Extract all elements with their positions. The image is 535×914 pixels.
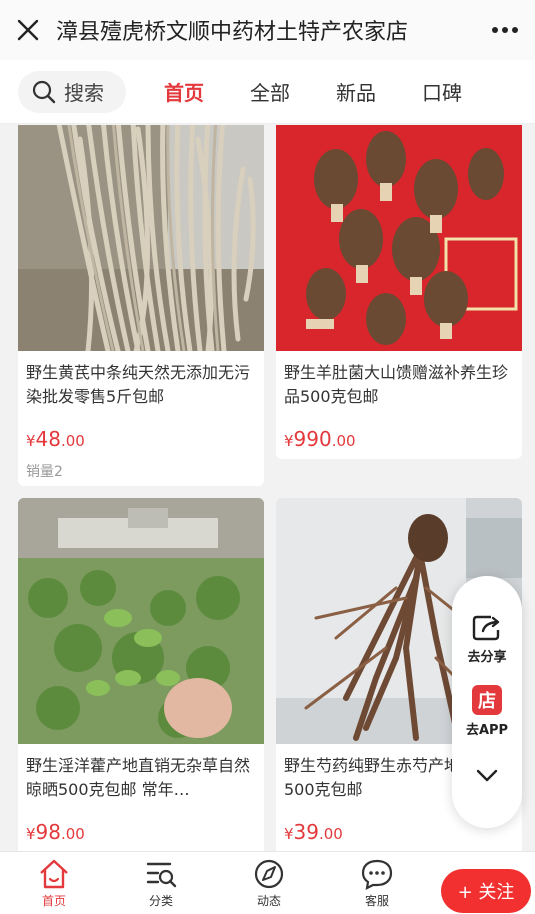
bottom-tab-home[interactable]: 首页 [19,858,89,909]
product-card[interactable]: 野生黄芪中条纯天然无添加无污染批发零售5斤包邮 ¥48.00 销量2 [18,125,264,486]
share-icon [472,615,500,641]
product-image [18,125,264,351]
price-currency: ¥ [26,432,36,450]
bottom-tab-service[interactable]: 客服 [342,858,412,909]
price-decimal: .00 [319,825,343,843]
share-label: 去分享 [467,650,507,665]
price-decimal: .00 [61,825,85,843]
tab-new[interactable]: 新品 [328,77,384,106]
shop-nav: 搜索 首页 全部 新品 口碑 [0,60,535,124]
product-price: ¥990.00 [276,411,522,451]
price-currency: ¥ [284,825,294,843]
product-name: 野生淫洋藿产地直销无杂草自然晾晒500克包邮 常年… [26,756,251,799]
share-button[interactable]: 去分享 [467,614,507,665]
chevron-down-icon [476,769,498,782]
price-currency: ¥ [26,825,36,843]
shop-app-icon: 店 [472,685,502,715]
follow-button[interactable]: + 关注 [441,869,531,913]
app-label: 去APP [465,723,509,738]
category-icon [146,862,177,888]
more-icon [492,27,518,33]
title-bar: 漳县殪虎桥文顺中药材土特产农家店 [0,0,535,60]
product-image [18,498,264,744]
bottom-tab-label: 客服 [364,894,389,908]
product-card[interactable]: 野生淫洋藿产地直销无杂草自然晾晒500克包邮 常年… ¥98.00 [18,498,264,851]
bottom-bar: 首页 分类 动态 客服 + 关注 [0,851,535,914]
home-icon [40,859,68,889]
collapse-button[interactable] [476,768,498,787]
app-badge: 店 [478,691,496,712]
product-price: ¥48.00 [18,411,264,451]
bottom-tab-label: 分类 [148,894,173,908]
search-label: 搜索 [64,81,104,105]
bottom-tab-label: 首页 [41,894,66,908]
bottom-tab-dynamic[interactable]: 动态 [234,858,304,909]
close-button[interactable] [0,0,56,60]
page-title: 漳县殪虎桥文顺中药材土特产农家店 [56,20,409,45]
product-card[interactable]: 野生羊肚菌大山馈赠滋补养生珍品500克包邮 ¥990.00 [276,125,522,459]
tab-reviews[interactable]: 口碑 [414,77,470,106]
more-button[interactable] [475,0,535,60]
search-icon [32,80,56,103]
open-app-button[interactable]: 店 去APP [466,685,508,738]
price-integer: 39 [293,820,319,844]
floating-action-panel: 去分享 店 去APP [452,576,522,828]
bottom-tab-category[interactable]: 分类 [126,858,196,909]
price-integer: 48 [35,427,61,451]
sales-count: 销量2 [26,464,63,480]
close-icon [17,19,39,41]
compass-icon [254,859,284,889]
chat-icon [361,859,393,890]
price-decimal: .00 [61,432,85,450]
tab-home[interactable]: 首页 [156,77,212,106]
product-name: 野生黄芪中条纯天然无添加无污染批发零售5斤包邮 [26,363,251,406]
price-integer: 98 [35,820,61,844]
price-integer: 990 [293,427,332,451]
bottom-tab-label: 动态 [256,894,281,908]
price-currency: ¥ [284,432,294,450]
price-decimal: .00 [331,432,356,450]
product-price: ¥98.00 [18,804,264,844]
product-image [276,125,522,351]
product-name: 野生羊肚菌大山馈赠滋补养生珍品500克包邮 [284,363,509,406]
search-button[interactable]: 搜索 [18,70,126,113]
tab-all[interactable]: 全部 [242,77,298,106]
